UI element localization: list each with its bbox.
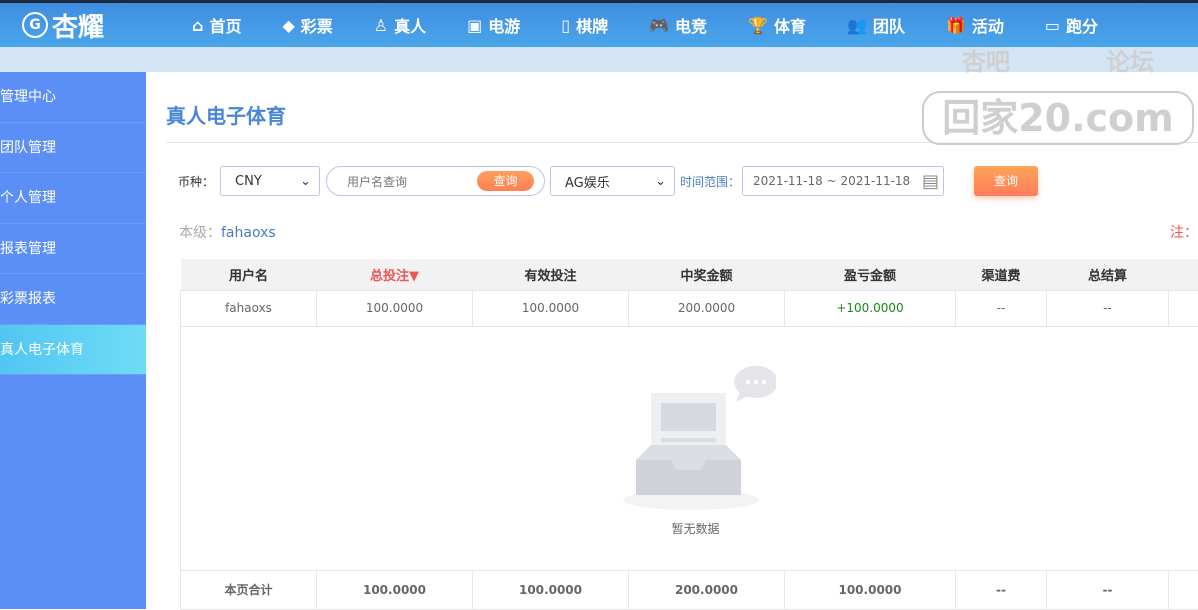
total-cell: 本页合计: [181, 570, 317, 609]
table-cell: --: [956, 290, 1047, 326]
nav-item-7[interactable]: 👥 团队: [847, 13, 905, 37]
table-cell: 200.0000: [629, 290, 785, 326]
slot-machine-icon: ▣: [467, 16, 482, 35]
trophy-icon: 🏆: [748, 16, 768, 35]
empty-row: 暂无数据: [181, 326, 1198, 570]
platform-value: AG娱乐: [565, 172, 610, 191]
column-header: 用户名: [181, 259, 317, 290]
nav-label: 跑分: [1066, 13, 1098, 37]
watermark-text: 回家20.com: [922, 91, 1194, 145]
currency-label: 币种：: [178, 173, 214, 190]
nav-item-1[interactable]: ◆ 彩票: [282, 13, 332, 37]
report-table: 用户名总投注▼有效投注中奖金额盈亏金额渠道费总结算 fahaoxs100.000…: [180, 259, 1198, 610]
nav-item-9[interactable]: ▭ 跑分: [1045, 13, 1098, 37]
total-cell: 200.0000: [629, 570, 785, 609]
empty-text: 暂无数据: [671, 520, 719, 537]
logo-emblem-icon: G: [22, 12, 48, 38]
logo[interactable]: G杏耀: [0, 7, 150, 44]
sidebar-item[interactable]: 彩票报表: [0, 274, 146, 325]
nav-item-6[interactable]: 🏆 体育: [748, 13, 806, 37]
watermark-logo: 杏吧 论坛 回家20.com: [922, 42, 1194, 147]
nav-label: 电竞: [675, 13, 707, 37]
total-cell: --: [956, 570, 1047, 609]
gamepad-icon: 🎮: [649, 16, 669, 35]
cards-icon: ▯: [561, 16, 570, 35]
nav-label: 电游: [488, 13, 520, 37]
username-search-input[interactable]: 用户名查询 查询: [326, 166, 545, 196]
total-cell: [1169, 570, 1198, 609]
nav-label: 活动: [972, 13, 1004, 37]
username-search-button[interactable]: 查询: [477, 171, 534, 191]
date-range-input[interactable]: 2021-11-18 ~ 2021-11-18 ▤: [742, 166, 944, 196]
dealer-icon: ♙: [374, 16, 388, 35]
nav-item-5[interactable]: 🎮 电竞: [649, 13, 707, 37]
ticket-icon: ◆: [282, 16, 294, 35]
table-cell: 100.0000: [317, 290, 473, 326]
query-button[interactable]: 查询: [974, 166, 1038, 196]
page-title: 真人电子体育: [166, 100, 286, 129]
username-placeholder: 用户名查询: [347, 173, 407, 190]
chevron-down-icon: ⌄: [655, 174, 666, 189]
sidebar-item[interactable]: 真人电子体育: [0, 325, 146, 376]
sidebar-item[interactable]: 团队管理: [0, 123, 146, 174]
page-total-row: 本页合计100.0000100.0000200.0000100.0000----: [181, 570, 1198, 609]
column-header[interactable]: 总投注▼: [317, 259, 473, 290]
chevron-down-icon: ⌄: [300, 174, 311, 189]
calendar-icon[interactable]: ▤: [922, 171, 939, 192]
column-header: [1169, 259, 1198, 290]
top-nav: G杏耀 ⌂ 首页 ◆ 彩票 ♙ 真人 ▣ 电游 ▯ 棋牌 🎮 电竞 🏆 体育 👥 团队 🎁 活动 ▭ 跑分: [0, 0, 1198, 47]
table-cell: [1169, 290, 1198, 326]
truck-icon: ▭: [1045, 16, 1060, 35]
table-cell: fahaoxs: [181, 290, 317, 326]
currency-value: CNY: [235, 174, 262, 189]
team-icon: 👥: [847, 16, 867, 35]
column-header: 盈亏金额: [785, 259, 956, 290]
current-level: 本级：fahaoxs: [179, 222, 276, 242]
empty-cell: 暂无数据: [181, 326, 1198, 570]
table-row: fahaoxs100.0000100.0000200.0000+100.0000…: [181, 290, 1198, 326]
nav-label: 真人: [394, 13, 426, 37]
nav-label: 团队: [873, 13, 905, 37]
nav-item-0[interactable]: ⌂ 首页: [192, 13, 241, 37]
nav-item-2[interactable]: ♙ 真人: [374, 13, 426, 37]
nav-label: 棋牌: [576, 13, 608, 37]
gift-icon: 🎁: [946, 16, 966, 35]
sidebar-item[interactable]: 报表管理: [0, 224, 146, 275]
nav-label: 首页: [209, 13, 241, 37]
home-icon: ⌂: [192, 16, 203, 35]
date-range-value: 2021-11-18 ~ 2021-11-18: [753, 174, 910, 188]
table-cell: 100.0000: [473, 290, 629, 326]
column-header: 总结算: [1047, 259, 1169, 290]
empty-state: 暂无数据: [181, 360, 1198, 537]
logo-text: 杏耀: [52, 7, 104, 44]
total-cell: 100.0000: [317, 570, 473, 609]
column-header: 有效投注: [473, 259, 629, 290]
watermark-text: 杏吧: [962, 42, 1010, 77]
nav-label: 彩票: [301, 13, 333, 37]
empty-inbox-icon: [616, 360, 776, 520]
total-cell: --: [1047, 570, 1169, 609]
time-range-label: 时间范围：: [680, 173, 740, 190]
watermark-text: 论坛: [1106, 42, 1154, 77]
total-cell: 100.0000: [785, 570, 956, 609]
nav-label: 体育: [774, 13, 806, 37]
sidebar-item[interactable]: 管理中心: [0, 72, 146, 123]
platform-select[interactable]: AG娱乐 ⌄: [550, 166, 675, 196]
nav-item-3[interactable]: ▣ 电游: [467, 13, 520, 37]
table-cell: --: [1047, 290, 1169, 326]
sidebar-item[interactable]: 个人管理: [0, 173, 146, 224]
column-header: 中奖金额: [629, 259, 785, 290]
table-cell: +100.0000: [785, 290, 956, 326]
nav-item-4[interactable]: ▯ 棋牌: [561, 13, 608, 37]
level-label: 本级：: [179, 225, 221, 241]
level-user-link[interactable]: fahaoxs: [221, 225, 276, 241]
nav-item-8[interactable]: 🎁 活动: [946, 13, 1004, 37]
note-label: 注：: [1170, 222, 1198, 242]
sidebar: 管理中心团队管理个人管理报表管理彩票报表真人电子体育: [0, 72, 146, 609]
column-header: 渠道费: [956, 259, 1047, 290]
filter-bar: 币种： CNY ⌄ 用户名查询 查询 AG娱乐 ⌄ 时间范围： 2021-11-18 …: [166, 166, 1038, 196]
total-cell: 100.0000: [473, 570, 629, 609]
currency-select[interactable]: CNY ⌄: [220, 166, 320, 196]
